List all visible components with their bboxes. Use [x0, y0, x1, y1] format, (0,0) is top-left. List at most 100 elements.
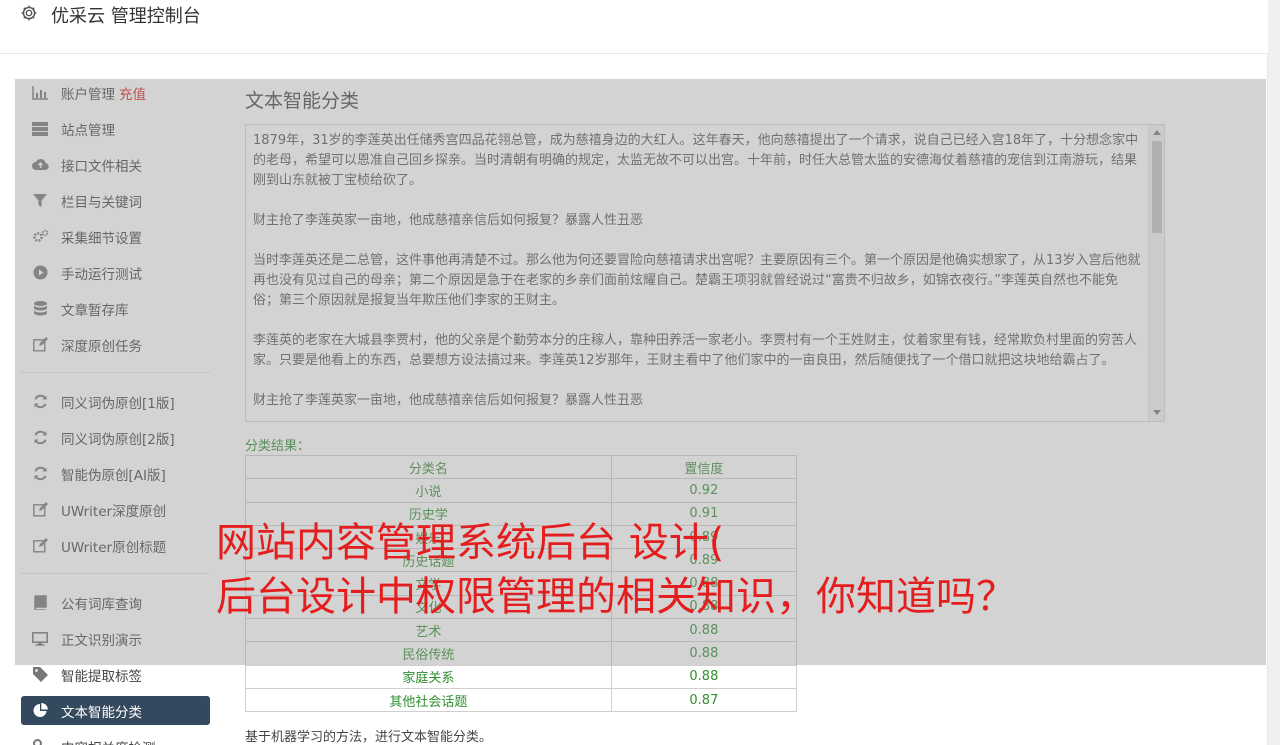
monitor-icon: [31, 630, 49, 648]
edit-icon: [31, 501, 49, 519]
category-cell: 民俗传统: [245, 641, 612, 666]
sidebar-item-label: 文章暂存库: [61, 302, 129, 319]
gears-icon: [31, 228, 49, 246]
confidence-cell: 0.89: [610, 524, 798, 550]
sidebar-divider: [21, 573, 210, 574]
sidebar-item-account[interactable]: 账户管理 充值: [21, 78, 210, 107]
confidence-cell: 0.88: [610, 571, 798, 596]
category-cell: 家庭关系: [245, 664, 612, 689]
result-label: 分类结果：: [245, 439, 311, 454]
sidebar-item-public-lexicon[interactable]: 公有词库查询: [21, 588, 210, 617]
confidence-cell: 0.87: [610, 687, 798, 713]
confidence-cell: 0.88: [610, 664, 798, 689]
sidebar-item-synonym-v1[interactable]: 同义词伪原创[1版]: [21, 387, 210, 416]
table-header-row: 分类名 置信度: [245, 454, 798, 480]
sidebar-item-synonym-v2[interactable]: 同义词伪原创[2版]: [21, 423, 210, 452]
sidebar-item-label: 采集细节设置: [61, 230, 142, 247]
category-cell: 娱乐: [245, 524, 612, 550]
sidebar-item-label: 智能提取标签: [61, 668, 142, 685]
key-icon: [31, 738, 49, 745]
sidebar-item-deep-original[interactable]: 深度原创任务: [21, 330, 210, 359]
category-cell: 文学: [245, 571, 612, 596]
scroll-thumb[interactable]: [1152, 141, 1162, 233]
category-cell: 小说: [245, 478, 612, 503]
category-cell: 历史话题: [245, 548, 612, 573]
sidebar-divider: [21, 372, 210, 373]
console-title: 优采云 管理控制台: [51, 6, 201, 27]
table-row: 其他社会话题 0.87: [245, 687, 798, 713]
sidebar-item-manual-run[interactable]: 手动运行测试: [21, 258, 210, 287]
category-cell: 历史学: [245, 501, 612, 526]
sidebar-item-label: UWriter原创标题: [61, 539, 167, 556]
vertical-scrollbar[interactable]: [1148, 125, 1164, 421]
app-frame: 优采云 管理控制台 账户管理 充值 站点管理 接口文件相关 栏目与关键词 采集细…: [0, 0, 1268, 745]
text-paragraph: 李莲英的老家在大城县李贾村，他的父亲是个勤劳本分的庄稼人，靠种田养活一家老小。李…: [253, 333, 1138, 368]
bar-chart-icon: [31, 84, 49, 102]
column-header-category: 分类名: [245, 454, 612, 480]
sidebar-item-tag-extract[interactable]: 智能提取标签: [21, 660, 210, 689]
text-input-area[interactable]: 1879年，31岁的李莲英出任储秀宫四品花翎总管，成为慈禧身边的大红人。这年春天…: [245, 124, 1165, 422]
table-row: 娱乐 0.89: [245, 524, 798, 550]
table-row: 艺术 0.88: [245, 618, 798, 643]
confidence-cell: 0.88: [610, 594, 798, 620]
book-icon: [31, 594, 49, 612]
confidence-cell: 0.88: [610, 641, 798, 666]
sidebar-item-label: UWriter深度原创: [61, 503, 167, 520]
text-paragraph: 财主抢了李莲英家一亩地，他成慈禧亲信后如何报复？暴露人性丑恶: [253, 393, 644, 408]
sidebar-item-uwriter-deep[interactable]: UWriter深度原创: [21, 495, 210, 524]
category-cell: 文化: [245, 594, 612, 620]
table-row: 小说 0.92: [245, 478, 798, 503]
table-row: 历史话题 0.89: [245, 548, 798, 573]
category-cell: 其他社会话题: [245, 687, 612, 713]
sidebar-item-label: 公有词库查询: [61, 596, 142, 613]
pie-chart-icon: [31, 702, 49, 720]
sidebar-item-interface[interactable]: 接口文件相关: [21, 150, 210, 179]
text-paragraph: 当时李莲英还是二总管，这件事他再清楚不过。那么他为何还要冒险向慈禧请求出宫呢？主…: [253, 253, 1141, 308]
sidebar-item-relevance[interactable]: 内容相关度检测: [21, 732, 210, 745]
sidebar-item-uwriter-title[interactable]: UWriter原创标题: [21, 531, 210, 560]
sidebar-item-text-classify[interactable]: 文本智能分类: [21, 696, 210, 725]
sidebar-item-sites[interactable]: 站点管理: [21, 114, 210, 143]
sidebar-item-text-recognition[interactable]: 正文识别演示: [21, 624, 210, 653]
sidebar-item-label: 接口文件相关: [61, 158, 142, 175]
method-footnote: 基于机器学习的方法，进行文本智能分类。: [245, 730, 493, 745]
confidence-cell: 0.88: [610, 618, 798, 643]
text-paragraph: 1879年，31岁的李莲英出任储秀宫四品花翎总管，成为慈禧身边的大红人。这年春天…: [253, 133, 1139, 188]
confidence-cell: 0.89: [610, 548, 798, 573]
edit-icon: [31, 537, 49, 555]
text-input-content[interactable]: 1879年，31岁的李莲英出任储秀宫四品花翎总管，成为慈禧身边的大红人。这年春天…: [253, 131, 1141, 421]
recharge-link[interactable]: 充值: [119, 83, 146, 103]
scroll-up-arrow-icon[interactable]: [1153, 130, 1161, 135]
refresh-icon: [31, 429, 49, 447]
category-cell: 艺术: [245, 618, 612, 643]
sidebar-item-label: 同义词伪原创[2版]: [61, 431, 175, 448]
server-icon: [31, 120, 49, 138]
text-paragraph: 财主抢了李莲英家一亩地，他成慈禧亲信后如何报复？暴露人性丑恶: [253, 213, 644, 228]
sidebar-item-label: 栏目与关键词: [61, 194, 142, 211]
sidebar-item-keywords[interactable]: 栏目与关键词: [21, 186, 210, 215]
sidebar-item-label: 站点管理: [61, 122, 115, 139]
edit-icon: [31, 336, 49, 354]
play-circle-icon: [31, 264, 49, 282]
sidebar-item-label: 深度原创任务: [61, 338, 142, 355]
sidebar-item-label: 账户管理: [61, 86, 115, 103]
refresh-icon: [31, 393, 49, 411]
filter-icon: [31, 192, 49, 210]
sidebar-item-label: 手动运行测试: [61, 266, 142, 283]
tag-icon: [31, 666, 49, 684]
scroll-down-arrow-icon[interactable]: [1153, 410, 1161, 415]
table-row: 文学 0.88: [245, 571, 798, 596]
sidebar-item-label: 内容相关度检测: [61, 737, 156, 745]
sidebar-item-article-store[interactable]: 文章暂存库: [21, 294, 210, 323]
classification-results-table: 分类名 置信度 小说 0.92 历史学 0.91 娱乐 0.89 历史话题 0.89 文…: [245, 454, 798, 713]
sidebar-item-ai-rewrite[interactable]: 智能伪原创[AI版]: [21, 459, 210, 488]
column-header-confidence: 置信度: [610, 454, 798, 480]
confidence-cell: 0.92: [610, 478, 798, 503]
page-title: 文本智能分类: [245, 90, 360, 112]
table-row: 文化 0.88: [245, 594, 798, 620]
cloud-upload-icon: [31, 156, 49, 174]
table-row: 历史学 0.91: [245, 501, 798, 526]
refresh-icon: [31, 465, 49, 483]
sidebar-item-collect-settings[interactable]: 采集细节设置: [21, 222, 210, 251]
gear-icon[interactable]: [20, 4, 40, 24]
